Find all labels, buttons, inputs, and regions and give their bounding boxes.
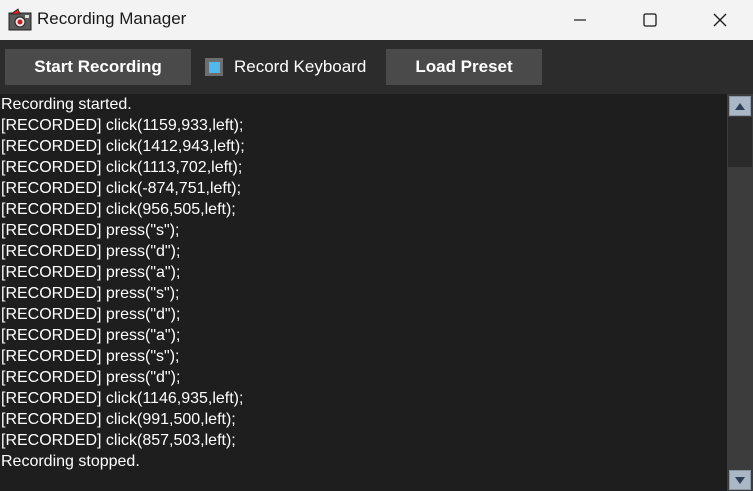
scrollbar-thumb[interactable] [728,117,752,167]
log-line: [RECORDED] press("s"); [1,285,180,302]
log-line: [RECORDED] press("d"); [1,306,181,323]
log-line: [RECORDED] press("s"); [1,222,180,239]
log-line: [RECORDED] press("s"); [1,348,180,365]
log-line: [RECORDED] click(857,503,left); [1,432,236,449]
scroll-up-button[interactable] [729,96,751,116]
close-icon [713,13,727,27]
vertical-scrollbar[interactable] [727,94,753,491]
log-line: Recording stopped. [1,453,140,470]
log-line: [RECORDED] press("d"); [1,369,181,386]
checkbox-checked-indicator [208,61,220,73]
recorder-app-icon [8,8,32,32]
arrow-up-icon [735,102,745,110]
maximize-icon [643,13,657,27]
minimize-icon [574,19,586,21]
toolbar: Start Recording Record Keyboard Load Pre… [0,40,753,94]
log-output[interactable]: Recording started. [RECORDED] click(1159… [0,94,727,491]
recording-manager-window: Recording Manager Start Recording Record… [0,0,753,491]
log-line: [RECORDED] press("a"); [1,327,181,344]
title-bar[interactable]: Recording Manager [0,0,753,40]
log-line: [RECORDED] click(1159,933,left); [1,117,244,134]
log-line: [RECORDED] click(1146,935,left); [1,390,244,407]
log-line: [RECORDED] press("d"); [1,243,181,260]
log-line: Recording started. [1,96,132,113]
log-line: [RECORDED] click(1412,943,left); [1,138,245,155]
scroll-down-button[interactable] [729,470,751,490]
record-keyboard-toggle[interactable]: Record Keyboard [205,56,366,78]
minimize-button[interactable] [557,0,603,40]
start-recording-button[interactable]: Start Recording [5,49,191,85]
log-line: [RECORDED] click(991,500,left); [1,411,236,428]
window-title: Recording Manager [37,9,187,28]
log-line: [RECORDED] press("a"); [1,264,181,281]
close-button[interactable] [697,0,743,40]
log-line: [RECORDED] click(956,505,left); [1,201,236,218]
log-line: [RECORDED] click(1113,702,left); [1,159,243,176]
record-keyboard-label: Record Keyboard [234,57,367,76]
maximize-button[interactable] [627,0,673,40]
load-preset-button[interactable]: Load Preset [386,49,542,85]
log-line: [RECORDED] click(-874,751,left); [1,180,242,197]
record-keyboard-checkbox[interactable] [205,58,223,76]
arrow-down-icon [735,476,745,484]
